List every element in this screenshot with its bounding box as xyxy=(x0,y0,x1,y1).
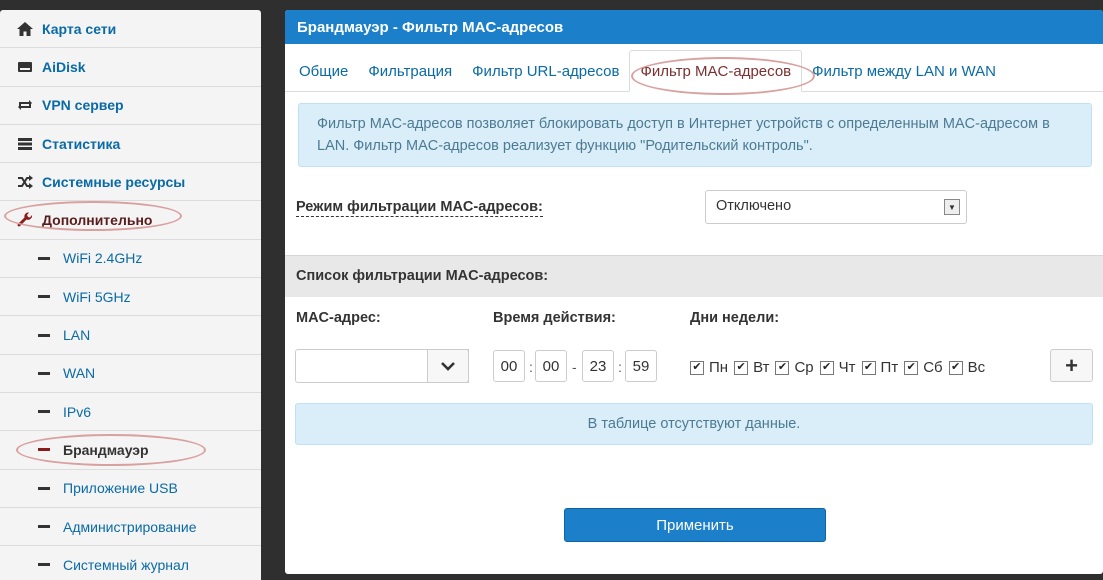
empty-table-message: В таблице отсутствуют данные. xyxy=(295,403,1093,445)
sidebar-subitem-label: WAN xyxy=(63,365,96,382)
tab-url-filter[interactable]: Фильтр URL-адресов xyxy=(462,51,629,91)
shuffle-icon xyxy=(16,174,34,190)
sidebar-item-vpn-server[interactable]: VPN сервер xyxy=(0,87,261,125)
tab-bar: Общие Фильтрация Фильтр URL-адресов Филь… xyxy=(285,44,1103,95)
dash-icon xyxy=(38,410,50,414)
list-title: Список фильтрации MAC-адресов: xyxy=(285,255,1103,297)
checkbox[interactable]: ✔ xyxy=(948,360,963,375)
day-label: Ср xyxy=(794,359,814,376)
sidebar-subitem-administration[interactable]: Администрирование xyxy=(0,508,261,547)
mode-select-value: Отключено xyxy=(716,198,792,214)
time-colon: : xyxy=(529,359,533,375)
dash-icon xyxy=(38,525,50,528)
day-fri[interactable]: ✔ Пт xyxy=(861,359,899,376)
mode-row: Режим фильтрации MAC-адресов: Отключено … xyxy=(285,180,1103,250)
day-wed[interactable]: ✔ Ср xyxy=(775,359,814,376)
mode-select[interactable]: Отключено ▼ xyxy=(705,190,967,224)
time-start-hours[interactable]: 00 xyxy=(493,350,525,382)
tab-general[interactable]: Общие xyxy=(289,51,358,91)
time-dash: - xyxy=(572,359,577,375)
day-label: Вс xyxy=(967,359,986,376)
page-title: Брандмауэр - Фильтр MAC-адресов xyxy=(285,10,1103,44)
day-tue[interactable]: ✔ Вт xyxy=(734,359,769,376)
main-panel: Брандмауэр - Фильтр MAC-адресов Общие Фи… xyxy=(285,10,1103,574)
sidebar-item-label: Статистика xyxy=(42,135,121,152)
info-box: Фильтр MAC-адресов позволяет блокировать… xyxy=(298,103,1092,167)
checkbox[interactable]: ✔ xyxy=(819,360,834,375)
dash-icon xyxy=(38,256,50,260)
sidebar: Карта сети AiDisk VPN сервер Статистика … xyxy=(0,10,261,580)
col-header-mac: MAC-адрес: xyxy=(296,310,381,326)
sidebar-item-label: Карта сети xyxy=(42,20,117,37)
tab-mac-filter[interactable]: Фильтр MAC-адресов xyxy=(629,50,803,92)
time-colon: : xyxy=(618,359,622,375)
day-label: Сб xyxy=(923,359,943,376)
day-sat[interactable]: ✔ Сб xyxy=(904,359,943,376)
sidebar-item-label: AiDisk xyxy=(42,58,86,75)
home-icon xyxy=(16,21,34,37)
time-end-hours[interactable]: 23 xyxy=(582,350,614,382)
sidebar-subitem-label: Системный журнал xyxy=(63,556,189,573)
sidebar-subitem-label: LAN xyxy=(63,327,91,344)
col-header-days: Дни недели: xyxy=(690,310,780,326)
sidebar-subitem-wan[interactable]: WAN xyxy=(0,355,261,393)
day-label: Вт xyxy=(753,359,770,376)
add-rule-button[interactable]: + xyxy=(1050,349,1093,382)
day-thu[interactable]: ✔ Чт xyxy=(819,359,856,376)
sidebar-item-system-resources[interactable]: Системные ресурсы xyxy=(0,163,261,202)
day-mon[interactable]: ✔ Пн xyxy=(690,359,728,376)
day-label: Пт xyxy=(880,359,899,376)
chevron-down-icon xyxy=(441,358,455,374)
mode-label: Режим фильтрации MAC-адресов: xyxy=(296,199,543,217)
sidebar-subitem-usb[interactable]: Приложение USB xyxy=(0,470,261,508)
checkbox[interactable]: ✔ xyxy=(775,360,790,375)
sidebar-subitem-label: Приложение USB xyxy=(63,480,178,497)
dash-icon xyxy=(38,333,50,337)
wrench-icon xyxy=(16,212,34,228)
dropdown-arrow-icon: ▼ xyxy=(944,199,960,215)
checkbox[interactable]: ✔ xyxy=(861,360,876,375)
dash-icon xyxy=(38,371,50,375)
dash-icon xyxy=(38,448,50,452)
list-icon xyxy=(16,136,34,152)
sidebar-item-aidisk[interactable]: AiDisk xyxy=(0,48,261,87)
vpn-icon xyxy=(16,97,34,113)
checkbox[interactable]: ✔ xyxy=(734,360,749,375)
sidebar-item-network-map[interactable]: Карта сети xyxy=(0,10,261,49)
sidebar-subitem-wifi24[interactable]: WiFi 2.4GHz xyxy=(0,240,261,279)
dash-icon xyxy=(38,563,50,567)
col-header-time: Время действия: xyxy=(493,310,616,326)
weekday-checkboxes: ✔ Пн ✔ Вт ✔ Ср ✔ Чт ✔ Пт ✔ Сб ✔ Вс xyxy=(690,359,991,376)
sidebar-subitem-label: IPv6 xyxy=(63,403,92,420)
sidebar-item-label: Системные ресурсы xyxy=(42,173,186,190)
sidebar-subitem-label: Администрирование xyxy=(63,518,197,535)
sidebar-item-label: VPN сервер xyxy=(42,97,124,114)
checkbox[interactable]: ✔ xyxy=(690,360,704,375)
sidebar-subitem-firewall[interactable]: Брандмауэр xyxy=(0,431,261,470)
time-start-minutes[interactable]: 00 xyxy=(535,350,567,382)
dash-icon xyxy=(38,295,50,299)
sidebar-subitem-label: WiFi 2.4GHz xyxy=(63,250,143,267)
sidebar-subitem-label: WiFi 5GHz xyxy=(63,288,131,305)
sidebar-item-statistics[interactable]: Статистика xyxy=(0,125,261,164)
day-sun[interactable]: ✔ Вс xyxy=(948,359,986,376)
time-end-minutes[interactable]: 59 xyxy=(625,350,657,382)
day-label: Пн xyxy=(709,359,729,376)
sidebar-item-advanced[interactable]: Дополнительно xyxy=(0,201,261,240)
dash-icon xyxy=(38,486,50,490)
apply-button[interactable]: Применить xyxy=(564,508,826,542)
disk-icon xyxy=(16,59,34,75)
mac-dropdown-button[interactable] xyxy=(427,349,469,383)
sidebar-item-label: Дополнительно xyxy=(42,212,153,229)
tab-lan-wan-filter[interactable]: Фильтр между LAN и WAN xyxy=(802,51,1006,91)
tab-filtering[interactable]: Фильтрация xyxy=(358,51,462,91)
sidebar-subitem-lan[interactable]: LAN xyxy=(0,316,261,355)
sidebar-subitem-label: Брандмауэр xyxy=(63,441,149,458)
day-label: Чт xyxy=(838,359,856,376)
sidebar-subitem-ipv6[interactable]: IPv6 xyxy=(0,393,261,432)
sidebar-subitem-syslog[interactable]: Системный журнал xyxy=(0,546,261,580)
checkbox[interactable]: ✔ xyxy=(904,360,919,375)
sidebar-subitem-wifi5[interactable]: WiFi 5GHz xyxy=(0,278,261,317)
